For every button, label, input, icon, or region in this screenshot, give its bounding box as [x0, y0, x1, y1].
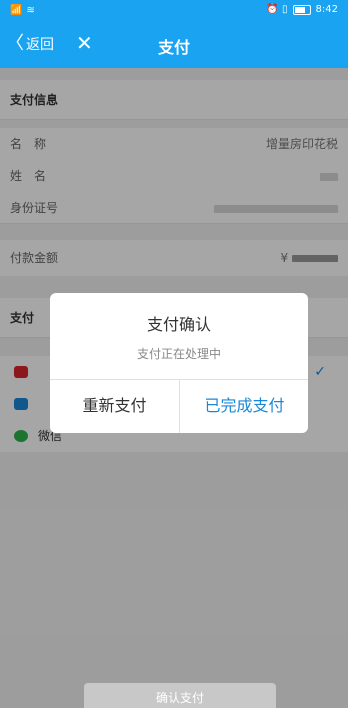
nav-bar: 〈 返回 ✕ 支付: [0, 22, 348, 68]
battery-icon: [292, 4, 311, 15]
retry-payment-button[interactable]: 重新支付: [50, 379, 179, 433]
payment-done-button[interactable]: 已完成支付: [180, 379, 308, 433]
wifi-icon: ≋: [26, 5, 35, 16]
status-time: 8:42: [315, 4, 338, 15]
page-title: 支付: [157, 38, 190, 57]
status-bar: 📶 ≋ ⏰ ▯ 8:42: [0, 0, 348, 22]
bottom-strip: [0, 708, 348, 714]
status-right: ⏰ ▯ 8:42: [266, 4, 338, 15]
dialog-title: 支付确认: [146, 315, 211, 334]
dialog-message: 支付正在处理中: [136, 347, 221, 361]
status-icons: ⏰ ▯: [266, 4, 288, 15]
payment-confirm-dialog: 支付确认 支付正在处理中 重新支付 已完成支付: [50, 293, 308, 433]
status-left: 📶 ≋: [10, 5, 35, 16]
signal-icon: 📶: [10, 5, 23, 16]
